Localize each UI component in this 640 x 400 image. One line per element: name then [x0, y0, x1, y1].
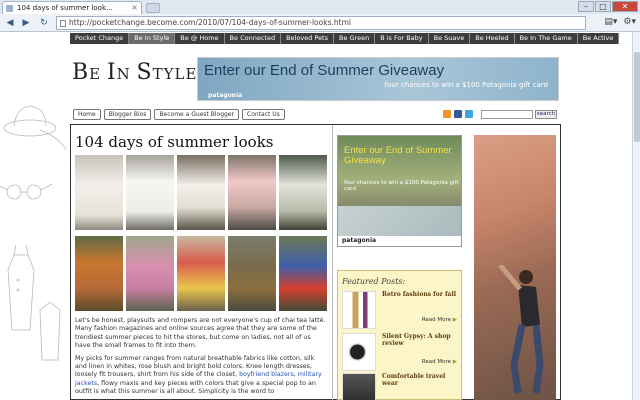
look-photo[interactable] — [75, 236, 123, 311]
tab-close-icon[interactable]: × — [131, 2, 138, 14]
banner-headline: Enter our End of Summer Giveaway — [204, 62, 445, 79]
look-photo[interactable] — [228, 236, 276, 311]
featured-item[interactable]: Silent Gypsy: A shop review Read More — [342, 333, 459, 373]
site-nav-be-green[interactable]: Be Green — [333, 33, 376, 44]
window-controls: – □ ✕ — [578, 1, 638, 12]
climber-skyscraper-ad[interactable] — [474, 135, 556, 400]
browser-tab[interactable]: 104 days of summer look... × — [2, 1, 142, 14]
minimize-button[interactable]: – — [578, 1, 594, 12]
read-more-link[interactable]: Read More — [422, 317, 457, 323]
site-nav-be-active[interactable]: Be Active — [577, 33, 620, 44]
look-photo[interactable] — [177, 236, 225, 311]
banner-subtext: four chances to win a $100 Patagonia gif… — [384, 81, 548, 89]
subnav-contact-us[interactable]: Contact Us — [242, 109, 285, 120]
boyfriend-blazers-link[interactable]: boyfriend blazers — [239, 371, 294, 378]
column-divider — [332, 125, 333, 400]
ad-brand: patagonia — [338, 236, 461, 246]
reload-button[interactable]: ↻ — [38, 17, 50, 29]
favicon-icon — [6, 5, 13, 12]
site-nav-b-is-for-baby[interactable]: B is For Baby — [375, 33, 429, 44]
site-nav-pocket-change[interactable]: Pocket Change — [70, 33, 130, 44]
featured-title[interactable]: Retro fashions for fall — [382, 291, 458, 298]
ad-subtext: four chances to win a $100 Patagonia gif… — [344, 180, 459, 192]
featured-title[interactable]: Silent Gypsy: A shop review — [382, 333, 458, 347]
forward-button[interactable]: ▶ — [20, 17, 32, 29]
rss-icon[interactable] — [443, 110, 451, 118]
site-nav-be-at-home[interactable]: Be @ Home — [175, 33, 225, 44]
banner-brand: patagonia — [208, 92, 243, 99]
social-icons — [443, 110, 473, 118]
new-tab-button[interactable] — [146, 3, 160, 13]
site-nav-be-suave[interactable]: Be Suave — [428, 33, 471, 44]
page-menu-icon[interactable]: ▤▾ — [604, 17, 617, 27]
site-search-input[interactable] — [481, 110, 533, 119]
featured-thumbnail[interactable] — [342, 373, 376, 400]
climber-image — [498, 265, 544, 394]
subnav-home[interactable]: Home — [73, 109, 101, 120]
giveaway-banner-ad[interactable]: Enter our End of Summer Giveaway four ch… — [197, 57, 559, 101]
close-window-button[interactable]: ✕ — [612, 1, 638, 12]
page-scrollbar[interactable] — [632, 32, 640, 400]
facebook-icon[interactable] — [454, 110, 462, 118]
look-photo[interactable] — [228, 155, 276, 230]
blog-sub-nav: Home Blogger Bios Become a Guest Blogger… — [73, 109, 285, 120]
site-nav-beloved-pets[interactable]: Beloved Pets — [281, 33, 334, 44]
look-photo[interactable] — [126, 236, 174, 311]
site-nav-be-connected[interactable]: Be Connected — [224, 33, 282, 44]
giveaway-sidebar-ad[interactable]: Enter our End of Summer Giveaway four ch… — [337, 135, 462, 247]
look-photo[interactable] — [75, 155, 123, 230]
browser-titlebar: 104 days of summer look... × – □ ✕ — [0, 0, 640, 14]
post-paragraph-1: Let's be honest, playsuits and rompers a… — [75, 317, 326, 350]
subnav-become-guest-blogger[interactable]: Become a Guest Blogger — [154, 109, 240, 120]
featured-heading: Featured Posts: — [342, 277, 406, 286]
look-photo[interactable] — [126, 155, 174, 230]
address-bar[interactable]: http://pocketchange.become.com/2010/07/1… — [56, 16, 586, 30]
site-nav-be-in-the-game[interactable]: Be In The Game — [514, 33, 578, 44]
post-title: 104 days of summer looks — [75, 133, 274, 151]
post-paragraph-2: My picks for summer ranges from natural … — [75, 354, 322, 396]
tools-menu-icon[interactable]: ⚙▾ — [623, 17, 636, 27]
look-photo[interactable] — [279, 236, 327, 311]
toolbar-menus: ▤▾ ⚙▾ — [604, 17, 636, 27]
featured-item[interactable]: Retro fashions for fall Read More — [342, 291, 459, 331]
twitter-icon[interactable] — [465, 110, 473, 118]
featured-thumbnail[interactable] — [342, 333, 376, 371]
site-nav-be-in-style[interactable]: Be In Style — [129, 33, 176, 44]
subnav-blogger-bios[interactable]: Blogger Bios — [103, 109, 152, 120]
fashion-sketch-illustration — [0, 105, 67, 361]
ad-headline: Enter our End of Summer Giveaway — [344, 145, 452, 166]
tab-title: 104 days of summer look... — [17, 4, 113, 12]
scrollbar-thumb[interactable] — [634, 52, 640, 142]
be-in-style-logo[interactable]: BE IN STYLE — [72, 60, 197, 85]
look-photo[interactable] — [279, 155, 327, 230]
look-photo[interactable] — [177, 155, 225, 230]
site-nav-be-heeled[interactable]: Be Heeled — [470, 33, 515, 44]
featured-thumbnail[interactable] — [342, 291, 376, 329]
summer-looks-photo-grid — [75, 155, 327, 311]
url-text: http://pocketchange.become.com/2010/07/1… — [69, 18, 351, 27]
read-more-link[interactable]: Read More — [422, 359, 457, 365]
ad-river-image — [338, 206, 461, 238]
site-top-nav: Pocket Change Be In Style Be @ Home Be C… — [70, 33, 620, 44]
featured-posts-panel: Featured Posts: Retro fashions for fall … — [337, 270, 462, 400]
featured-item[interactable]: Comfortable travel wear — [342, 373, 459, 400]
back-button[interactable]: ◀ — [4, 17, 16, 29]
maximize-button[interactable]: □ — [595, 1, 611, 12]
page-icon — [60, 20, 66, 27]
post-body: Let's be honest, playsuits and rompers a… — [75, 317, 326, 400]
featured-title[interactable]: Comfortable travel wear — [382, 373, 458, 387]
site-search-button[interactable]: search — [535, 110, 557, 119]
browser-toolbar: ◀ ▶ ↻ http://pocketchange.become.com/201… — [0, 14, 640, 32]
